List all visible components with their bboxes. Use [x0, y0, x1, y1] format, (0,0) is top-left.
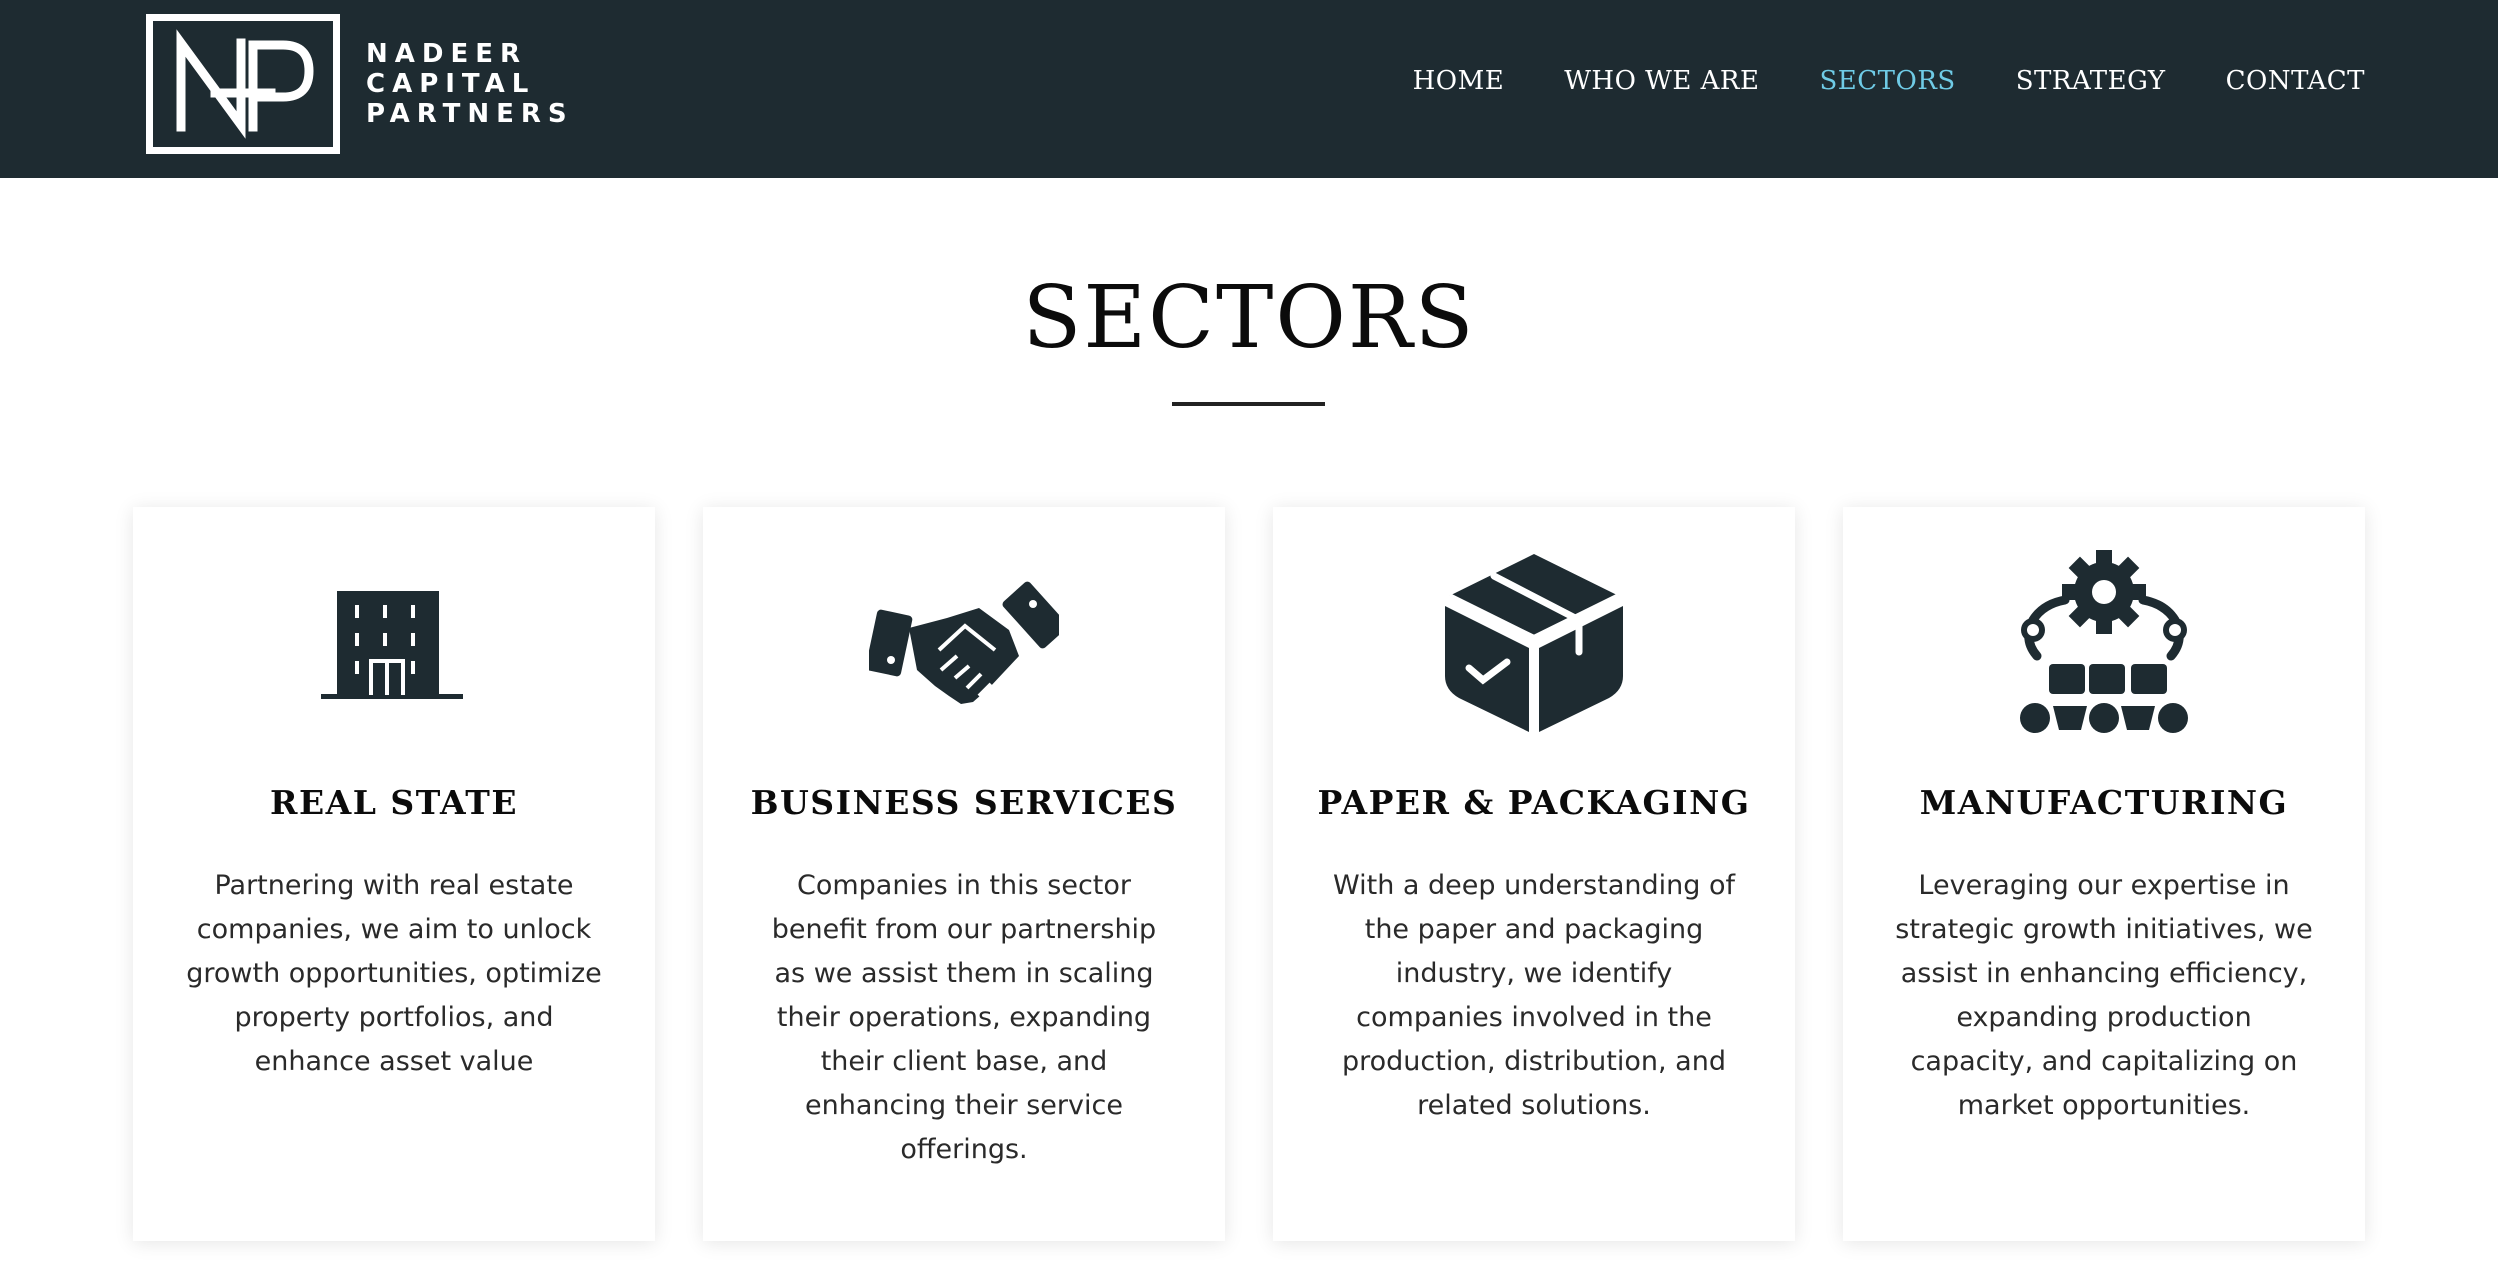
- sector-card-real-estate: REAL STATE Partnering with real estate c…: [133, 507, 655, 1241]
- page-title: SECTORS: [1022, 268, 1476, 368]
- site-header: NADEER CAPITAL PARTNERS HOME WHO WE ARE …: [0, 0, 2498, 178]
- sector-cards: REAL STATE Partnering with real estate c…: [133, 507, 2365, 1241]
- manufacturing-icon: [2004, 543, 2204, 743]
- nav-strategy[interactable]: STRATEGY: [2016, 66, 2166, 96]
- logo-line-3: PARTNERS: [366, 99, 574, 129]
- sector-description: Partnering with real estate companies, w…: [186, 870, 602, 1077]
- logo-monogram: [146, 14, 340, 154]
- nav-contact[interactable]: CONTACT: [2226, 66, 2365, 96]
- building-icon: [294, 543, 494, 743]
- nav-home[interactable]: HOME: [1413, 66, 1505, 96]
- logo-line-2: CAPITAL: [366, 69, 536, 99]
- sector-title: BUSINESS SERVICES: [750, 783, 1178, 822]
- sector-title: PAPER & PACKAGING: [1317, 783, 1751, 822]
- handshake-icon: [864, 543, 1064, 743]
- np-monogram-icon: [176, 29, 314, 139]
- box-icon: [1434, 543, 1634, 743]
- sector-title: MANUFACTURING: [1919, 783, 2289, 822]
- sector-card-paper-packaging: PAPER & PACKAGING With a deep understand…: [1273, 507, 1795, 1241]
- sector-card-manufacturing: MANUFACTURING Leveraging our expertise i…: [1843, 507, 2365, 1241]
- sector-description: Companies in this sector benefit from ou…: [771, 870, 1157, 1165]
- sector-description: Leveraging our expertise in strategic gr…: [1895, 870, 2313, 1121]
- nav-who-we-are[interactable]: WHO WE ARE: [1564, 66, 1759, 96]
- logo[interactable]: NADEER CAPITAL PARTNERS: [146, 14, 574, 154]
- logo-wordmark: NADEER CAPITAL PARTNERS: [366, 39, 574, 129]
- sector-card-business-services: BUSINESS SERVICES Companies in this sect…: [703, 507, 1225, 1241]
- logo-line-1: NADEER: [366, 39, 528, 69]
- title-divider: [1172, 402, 1325, 406]
- nav-sectors[interactable]: SECTORS: [1819, 66, 1955, 96]
- sector-title: REAL STATE: [270, 783, 518, 822]
- main-nav: HOME WHO WE ARE SECTORS STRATEGY CONTACT: [1413, 66, 2365, 96]
- sector-description: With a deep understanding of the paper a…: [1333, 870, 1735, 1121]
